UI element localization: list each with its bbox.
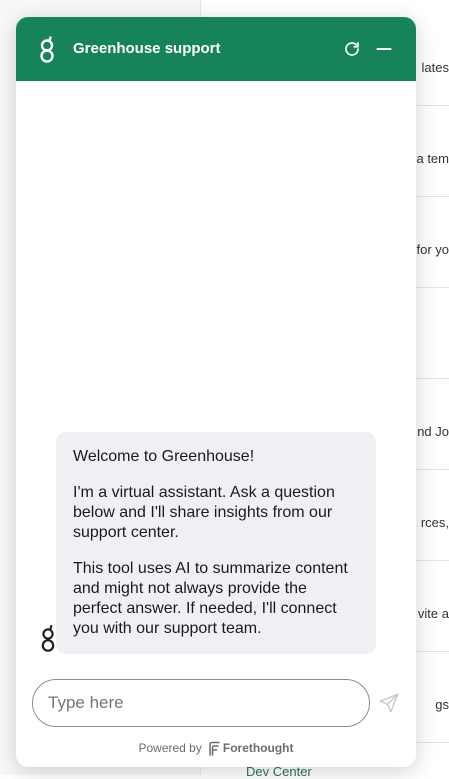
send-icon bbox=[379, 693, 399, 713]
background-list-item-text: gs bbox=[435, 697, 449, 712]
forethought-link[interactable]: Forethought bbox=[208, 741, 294, 756]
background-list-item-text: lates bbox=[421, 60, 449, 75]
background-list-item-text: for yo bbox=[416, 242, 449, 257]
background-list-item-text: ia tem bbox=[413, 151, 449, 166]
message-input[interactable] bbox=[32, 679, 370, 727]
support-chat-widget: Greenhouse support Welcome to Greenhouse… bbox=[16, 17, 416, 767]
background-list-item-text: nd Jo bbox=[417, 424, 449, 439]
greenhouse-g-icon bbox=[41, 624, 55, 652]
chat-title: Greenhouse support bbox=[73, 40, 221, 57]
greenhouse-g-icon bbox=[40, 36, 54, 63]
minimize-button[interactable] bbox=[372, 37, 396, 61]
background-list-item-text: vite a bbox=[417, 606, 449, 621]
bot-message: Welcome to Greenhouse! I'm a virtual ass… bbox=[56, 432, 376, 654]
message-paragraph: This tool uses AI to summarize content a… bbox=[73, 560, 348, 637]
forethought-icon bbox=[209, 741, 220, 756]
message-input-container bbox=[32, 679, 370, 727]
message-paragraph: Welcome to Greenhouse! bbox=[73, 448, 255, 465]
powered-by-label: Powered by bbox=[138, 741, 202, 755]
refresh-button[interactable] bbox=[340, 37, 364, 61]
refresh-icon bbox=[345, 42, 359, 56]
chat-header: Greenhouse support bbox=[16, 17, 416, 81]
forethought-brand: Forethought bbox=[222, 741, 294, 755]
background-list-item-text: rces, bbox=[420, 515, 449, 530]
message-paragraph: I'm a virtual assistant. Ask a question … bbox=[73, 484, 335, 541]
send-button[interactable] bbox=[378, 692, 400, 714]
minimize-icon bbox=[376, 48, 392, 50]
powered-by-footer: Powered by Forethought bbox=[16, 739, 416, 757]
